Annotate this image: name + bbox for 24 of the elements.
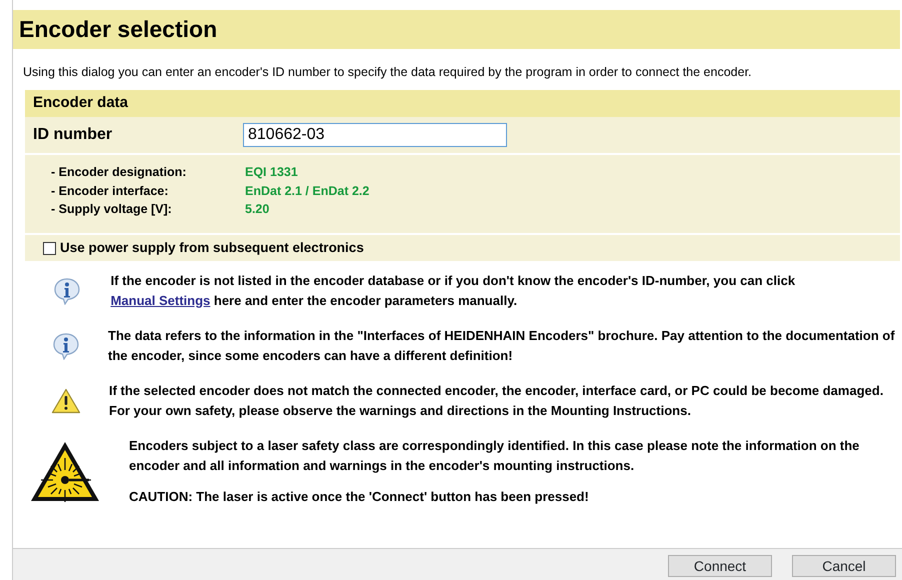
dialog-title: Encoder selection (13, 10, 900, 48)
section-header: Encoder data (25, 90, 900, 117)
note-text: If the encoder is not listed in the encoder database or if you don't know the encoder's ID-number, you can click Manual Settings here and enter the encoder parameters manually. (110, 272, 796, 310)
field-label: ID number (33, 124, 114, 145)
note-text: CAUTION: The laser is active once the 'Connect' button has been pressed! (129, 488, 590, 506)
info-icon (52, 276, 81, 305)
note-text: The data refers to the information in the "Interfaces of HEIDENHAIN Encoders" brochure. Pay attention to the documentation of the encoder, since some encoders can have a different definition! (108, 327, 896, 365)
intro-text: Using this dialog you can enter an encoder's ID number to specify the data required by the program in order to connect the encoder. (22, 64, 753, 81)
detail-value: 5.20 (245, 202, 270, 216)
note-text: Encoders subject to a laser safety class are correspondingly identified. In this case please note the information on the encoder and all information and warnings in the encoder's mounting instructions. (129, 437, 860, 475)
detail-label: - Encoder interface: (51, 182, 170, 200)
detail-label: - Supply voltage [V]: (51, 201, 173, 218)
note-text: If the selected encoder does not match the connected encoder, the encoder, interface card, or PC could be become damaged. For your own safety, please observe the warnings and directions in the Mounting Instructions. (109, 382, 884, 420)
connect-button[interactable]: Connect (668, 555, 772, 577)
laser-warning-icon (29, 440, 101, 504)
detail-label: - Encoder designation: (51, 164, 188, 181)
checkbox[interactable] (43, 242, 56, 255)
detail-value: EQI 1331 (245, 164, 298, 179)
manual-settings-link[interactable]: Manual Settings (110, 292, 210, 308)
info-icon (52, 332, 80, 360)
warning-icon (51, 388, 81, 414)
cancel-button[interactable]: Cancel (792, 555, 896, 577)
id-number-field[interactable]: 810662-03 (243, 122, 507, 147)
detail-value: EnDat 2.1 / EnDat 2.2 (245, 184, 370, 198)
